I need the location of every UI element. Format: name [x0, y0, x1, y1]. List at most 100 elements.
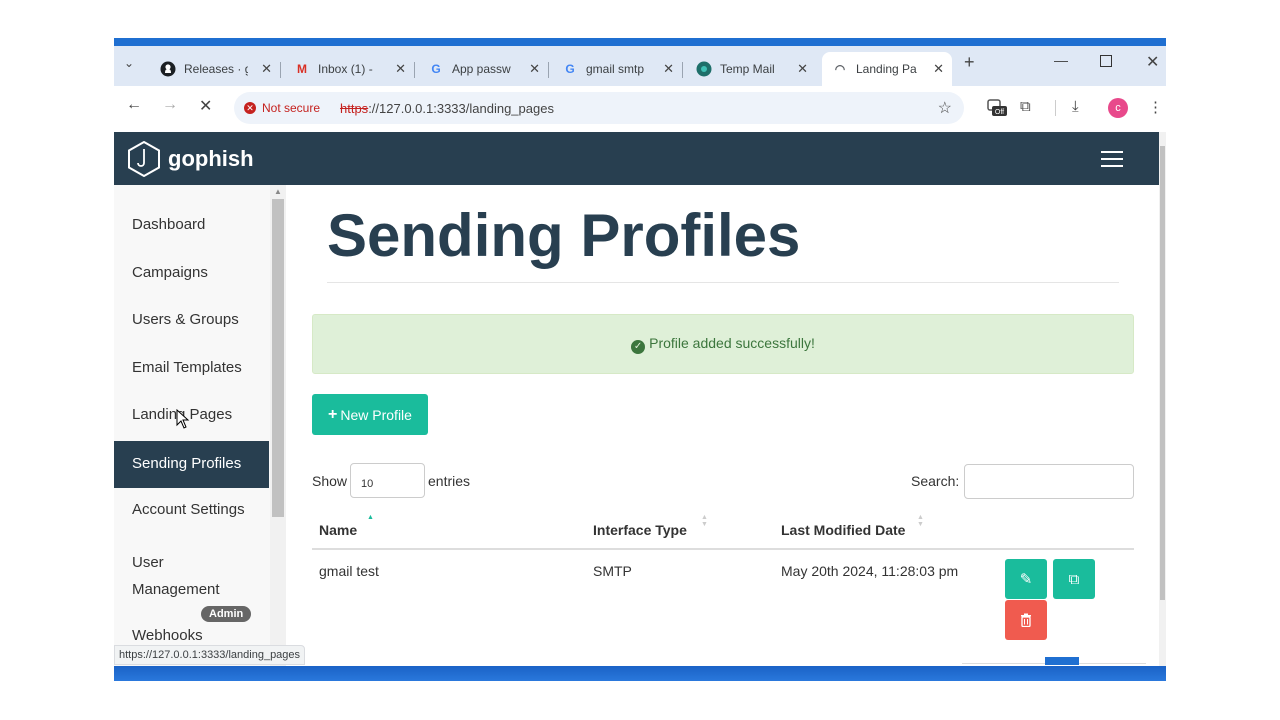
close-icon[interactable]: ✕ [395, 61, 406, 77]
warning-icon: ✕ [244, 102, 256, 114]
delete-button[interactable] [1005, 600, 1047, 640]
tab-app-passwords[interactable]: G App passw ✕ [418, 52, 549, 86]
tab-title: Releases · g [184, 62, 248, 76]
tab-divider [682, 62, 683, 78]
github-icon [160, 61, 176, 77]
edit-button[interactable]: ✎ [1005, 559, 1047, 599]
entries-select[interactable]: 10 [350, 463, 425, 498]
tab-temp-mail[interactable]: Temp Mail ✕ [686, 52, 816, 86]
page-title: Sending Profiles [327, 202, 801, 269]
address-bar[interactable]: ✕ Not secure https://127.0.0.1:3333/land… [234, 92, 964, 124]
admin-badge: Admin [201, 606, 252, 622]
sidebar-scrollbar[interactable]: ▲ [270, 185, 286, 681]
hamburger-menu-icon[interactable] [1101, 151, 1123, 167]
scrollbar-thumb[interactable] [272, 199, 284, 517]
tab-title: Temp Mail [720, 62, 775, 76]
tab-landing-pages[interactable]: ◠ Landing Pa ✕ [822, 52, 952, 86]
url-scheme: https [340, 101, 369, 116]
column-header-interface-type[interactable]: Interface Type [593, 522, 687, 538]
scroll-up-arrow-icon[interactable]: ▲ [274, 187, 282, 196]
tab-divider [414, 62, 415, 78]
taskbar-strip [114, 666, 1166, 681]
cell-interface-type: SMTP [593, 563, 632, 579]
sidebar-item-sending-profiles[interactable]: Sending Profiles [114, 441, 269, 488]
status-url-bar: https://127.0.0.1:3333/landing_pages [114, 645, 306, 665]
security-indicator[interactable]: ✕ Not secure [244, 101, 320, 115]
hook-logo-icon [128, 141, 160, 177]
scrollbar-thumb[interactable] [1160, 146, 1165, 600]
cell-last-modified: May 20th 2024, 11:28:03 pm [781, 563, 959, 579]
close-icon[interactable]: ✕ [663, 61, 674, 77]
back-arrow-icon[interactable]: ← [126, 96, 142, 114]
logo-text: gophish [168, 146, 254, 171]
sort-asc-icon[interactable]: ▲ [367, 514, 374, 521]
title-divider [327, 282, 1119, 283]
url-text[interactable]: https://127.0.0.1:3333/landing_pages [340, 101, 554, 116]
pagination-active-page[interactable] [1045, 657, 1079, 665]
tab-title: Inbox (1) - [318, 62, 373, 76]
page-scrollbar[interactable] [1159, 132, 1166, 681]
sidebar-item-account-settings[interactable]: Account Settings [114, 501, 269, 518]
column-header-name[interactable]: Name [319, 522, 357, 538]
close-icon[interactable]: ✕ [261, 61, 272, 77]
extensions-puzzle-icon[interactable]: ⧉ [1020, 98, 1031, 115]
menu-kebab-icon[interactable]: ⋮ [1148, 98, 1163, 116]
table-header-divider [312, 548, 1134, 550]
extension-badge: Off [995, 109, 1004, 116]
tab-title: App passw [452, 62, 511, 76]
sidebar-item-users-groups[interactable]: Users & Groups [114, 311, 269, 328]
tab-title: gmail smtp [586, 62, 645, 76]
close-icon[interactable]: ✕ [529, 61, 540, 77]
sidebar-item-dashboard[interactable]: Dashboard [114, 216, 269, 233]
sidebar-item-webhooks[interactable]: Webhooks [114, 627, 269, 644]
url-rest: ://127.0.0.1:3333/landing_pages [368, 101, 554, 116]
check-circle-icon: ✓ [631, 340, 646, 354]
entries-label: entries [428, 473, 471, 489]
sidebar-item-campaigns[interactable]: Campaigns [114, 264, 269, 281]
close-icon[interactable]: ✕ [797, 61, 808, 77]
tempmail-icon [696, 61, 712, 77]
sort-icon[interactable]: ▲ ▼ [917, 514, 924, 528]
new-tab-plus-icon[interactable]: + [964, 52, 975, 73]
new-profile-button[interactable]: + New Profile [312, 394, 428, 435]
minimize-icon[interactable]: — [1054, 52, 1068, 68]
main-content: Sending Profiles ✓ Profile added successf… [286, 185, 1159, 681]
google-icon: G [431, 62, 441, 76]
sidebar-item-landing-pages[interactable]: Landing Pages [114, 406, 269, 423]
bookmark-star-icon[interactable]: ☆ [938, 98, 952, 118]
tab-strip: ⌄ Releases · g ✕ M Inbox (1) - ✕ G App p… [114, 46, 1166, 86]
copy-button[interactable]: ⧉ [1053, 559, 1095, 599]
search-input[interactable] [964, 464, 1134, 499]
tab-divider [548, 62, 549, 78]
close-icon[interactable]: ✕ [933, 61, 944, 77]
tab-title: Landing Pa [856, 62, 917, 76]
window-close-icon[interactable]: ✕ [1146, 52, 1159, 72]
profile-avatar[interactable]: c [1108, 98, 1128, 118]
alert-content: ✓ Profile added successfully! [313, 335, 1133, 354]
browser-toolbar: ← → ✕ ✕ Not secure https://127.0.0.1:333… [114, 86, 1166, 130]
gophish-logo[interactable]: gophish [126, 141, 254, 177]
stop-loading-icon[interactable]: ✕ [199, 96, 212, 116]
tab-gmail-smtp[interactable]: G gmail smtp ✕ [552, 52, 683, 86]
not-secure-label: Not secure [262, 101, 321, 115]
browser-window: ⌄ Releases · g ✕ M Inbox (1) - ✕ G App p… [114, 38, 1166, 681]
copy-icon: ⧉ [1068, 570, 1080, 588]
search-label: Search: [911, 473, 960, 489]
maximize-icon[interactable] [1100, 55, 1112, 67]
column-header-last-modified[interactable]: Last Modified Date [781, 522, 905, 538]
extension-off-icon[interactable]: Off [986, 98, 1008, 122]
google-icon: G [565, 62, 575, 76]
tab-inbox[interactable]: M Inbox (1) - ✕ [284, 52, 415, 86]
sidebar-item-email-templates[interactable]: Email Templates [114, 359, 269, 376]
show-label: Show [312, 473, 348, 489]
tab-search-chevron-icon[interactable]: ⌄ [124, 56, 134, 70]
sort-icon[interactable]: ▲ ▼ [701, 514, 708, 528]
download-icon[interactable]: ⤓ [1072, 98, 1079, 115]
gmail-icon: M [297, 62, 307, 76]
tab-releases[interactable]: Releases · g ✕ [150, 52, 281, 86]
alert-text: Profile added successfully! [649, 335, 815, 351]
sidebar-item-user-management[interactable]: User Management [114, 549, 234, 603]
app-navbar: gophish [114, 132, 1159, 185]
forward-arrow-icon[interactable]: → [162, 96, 178, 114]
toolbar-divider [1055, 100, 1056, 116]
